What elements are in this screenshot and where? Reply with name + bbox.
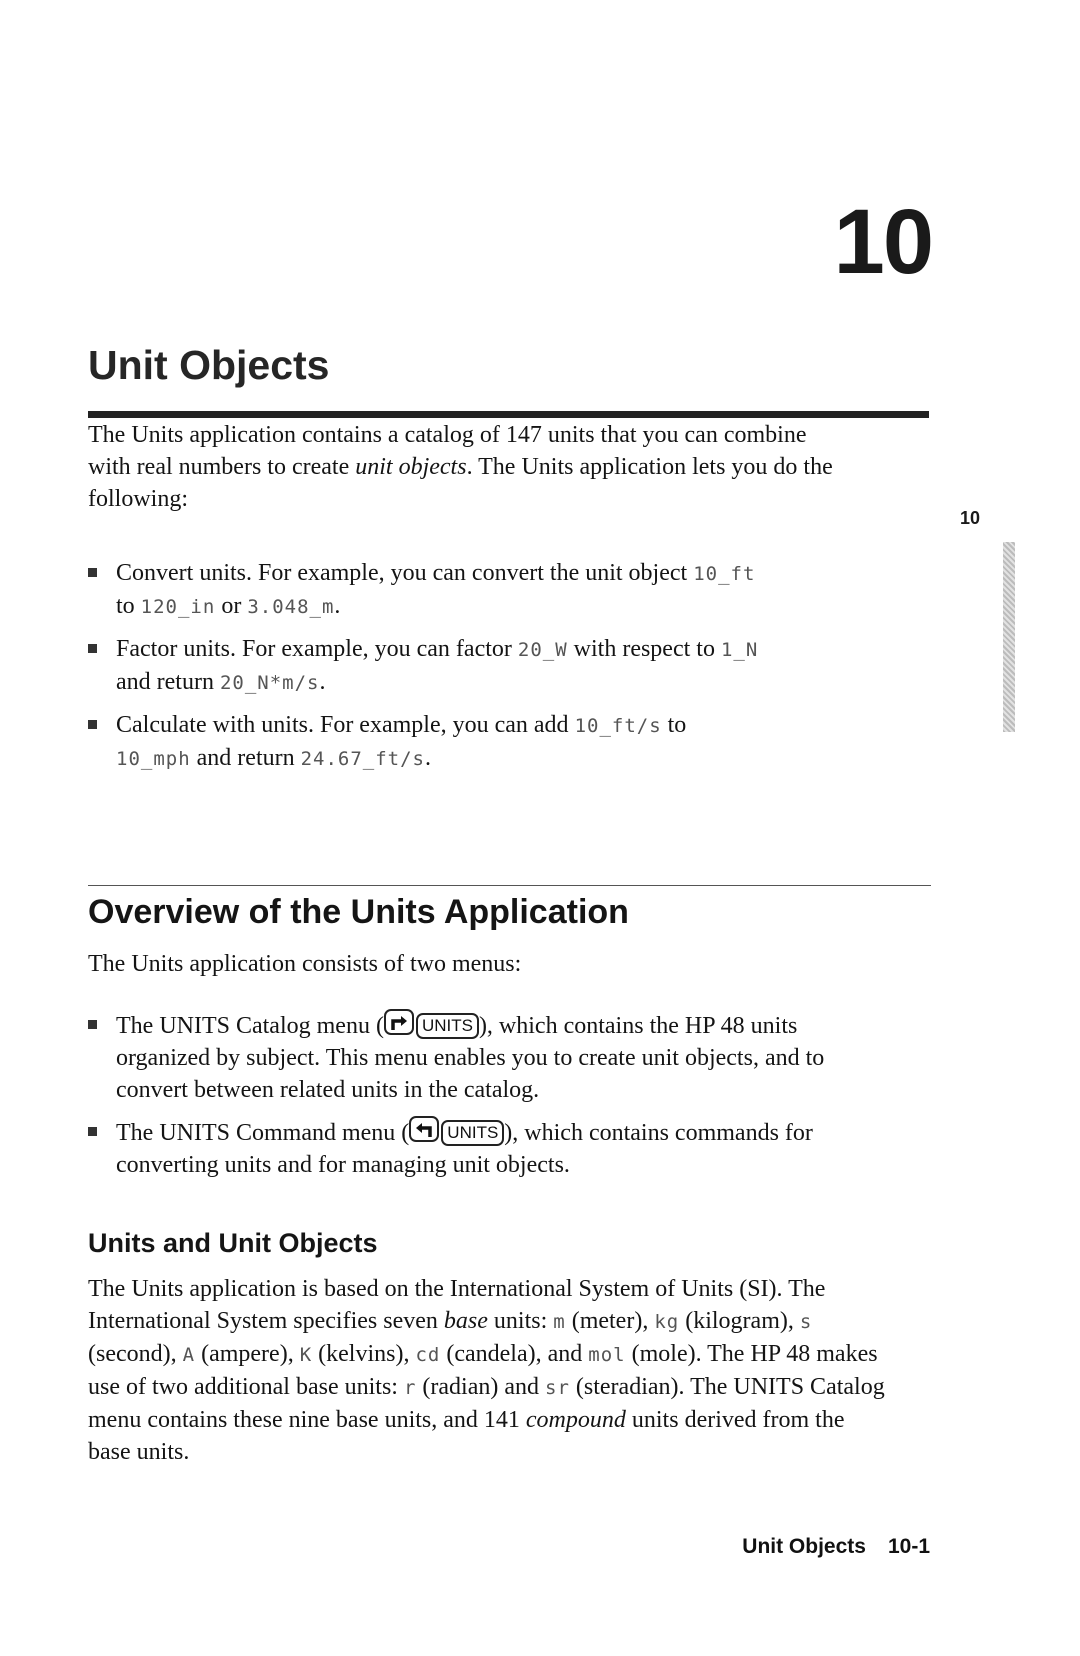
page-number: 10-1 (887, 1535, 930, 1558)
chapter-thumb-tab (1003, 542, 1015, 732)
section-rule (88, 885, 931, 886)
units-key: UNITS (441, 1120, 505, 1146)
bullet-icon (88, 1020, 97, 1029)
bullet-icon (88, 720, 97, 729)
bullet-item: Factor units. For example, you can facto… (88, 633, 908, 699)
intro-paragraph: The Units application contains a catalog… (88, 422, 833, 512)
bullet-icon (88, 1127, 97, 1136)
right-shift-icon (383, 1009, 414, 1035)
chapter-rule (88, 411, 929, 418)
units-paragraph: The Units application is based on the In… (88, 1276, 885, 1465)
section-heading-overview: Overview of the Units Application (88, 893, 629, 931)
chapter-number: 10 (833, 191, 934, 293)
menu-item-command: The UNITS Command menu (UNITS), which co… (88, 1116, 888, 1181)
bullet-item: Calculate with units. For example, you c… (88, 709, 908, 775)
menu-item-catalog: The UNITS Catalog menu (UNITS), which co… (88, 1009, 888, 1106)
bullet-item: Convert units. For example, you can conv… (88, 557, 908, 623)
page-footer: Unit Objects 10-1 (690, 1535, 930, 1559)
bullet-icon (88, 568, 97, 577)
unit-objects-emphasis: unit objects (355, 454, 467, 480)
bullet-icon (88, 644, 97, 653)
footer-title: Unit Objects (742, 1535, 866, 1558)
chapter-title: Unit Objects (88, 342, 330, 388)
units-key: UNITS (415, 1013, 479, 1039)
left-shift-icon (409, 1116, 440, 1142)
overview-lead: The Units application consists of two me… (88, 951, 522, 977)
subsection-heading-units: Units and Unit Objects (88, 1228, 378, 1258)
side-tab-number: 10 (960, 508, 981, 528)
